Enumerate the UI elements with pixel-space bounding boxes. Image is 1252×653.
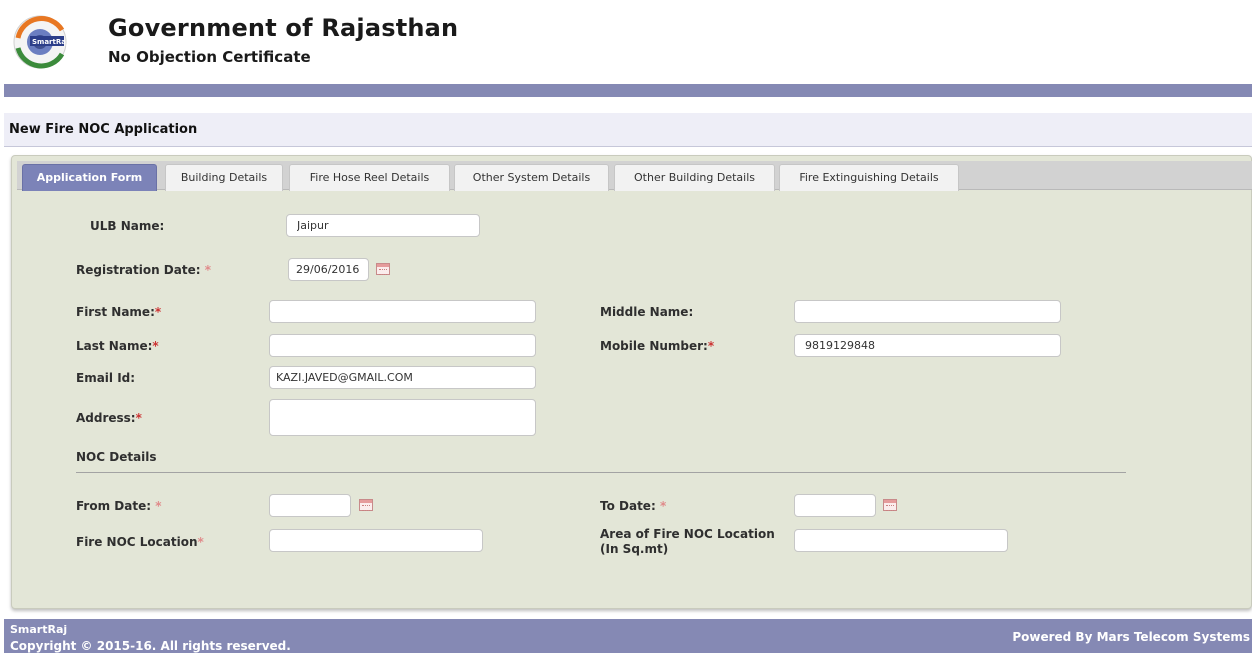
government-title: Government of Rajasthan	[108, 14, 459, 42]
from-date-label-text: From Date:	[76, 499, 152, 513]
email-id-field[interactable]	[269, 366, 536, 389]
footer-copyright: Copyright © 2015-16. All rights reserved…	[10, 639, 291, 653]
required-marker: *	[197, 535, 204, 549]
mobile-number-label-text: Mobile Number:	[600, 339, 708, 353]
ulb-name-label: ULB Name:	[90, 219, 165, 233]
area-fire-noc-location-field[interactable]	[794, 529, 1008, 552]
middle-name-field[interactable]	[794, 300, 1061, 323]
footer-powered-by: Powered By Mars Telecom Systems	[1012, 630, 1250, 644]
tab-bar: Application Form Building Details Fire H…	[17, 161, 1252, 191]
tab-other-system-details[interactable]: Other System Details	[454, 164, 609, 191]
area-fire-noc-location-label: Area of Fire NOC Location (In Sq.mt)	[600, 527, 775, 557]
required-marker: *	[155, 499, 162, 513]
address-label: Address:*	[76, 411, 142, 425]
tab-fire-hose-reel-details[interactable]: Fire Hose Reel Details	[289, 164, 450, 191]
required-marker: *	[659, 499, 667, 513]
required-marker: *	[707, 339, 715, 353]
address-field[interactable]	[269, 399, 536, 436]
area-label-line2: (In Sq.mt)	[600, 542, 669, 556]
footer: SmartRaj Copyright © 2015-16. All rights…	[4, 619, 1252, 653]
footer-brand: SmartRaj	[10, 623, 68, 636]
tab-fire-extinguishing-details[interactable]: Fire Extinguishing Details	[779, 164, 959, 191]
fire-noc-location-label-text: Fire NOC Location	[76, 535, 198, 549]
application-subtitle: No Objection Certificate	[108, 48, 311, 66]
required-marker: *	[152, 339, 159, 353]
registration-date-label: Registration Date: *	[76, 263, 211, 277]
registration-date-calendar-icon[interactable]	[376, 263, 390, 275]
registration-date-label-text: Registration Date:	[76, 263, 201, 277]
area-label-line1: Area of Fire NOC Location	[600, 527, 775, 541]
from-date-field[interactable]	[269, 494, 351, 517]
smartraj-logo: SmartRaj	[13, 15, 68, 69]
last-name-label: Last Name:*	[76, 339, 159, 353]
last-name-label-text: Last Name:	[76, 339, 153, 353]
required-marker: *	[135, 411, 142, 425]
header-accent-bar	[4, 84, 1252, 97]
mobile-number-label: Mobile Number:*	[600, 339, 714, 353]
page-header: New Fire NOC Application	[4, 113, 1252, 147]
from-date-label: From Date: *	[76, 499, 161, 513]
to-date-field[interactable]	[794, 494, 876, 517]
tab-building-details[interactable]: Building Details	[165, 164, 283, 191]
header: SmartRaj Government of Rajasthan No Obje…	[0, 0, 1252, 84]
svg-text:SmartRaj: SmartRaj	[32, 38, 68, 46]
address-label-text: Address:	[76, 411, 136, 425]
to-date-label: To Date: *	[600, 499, 666, 513]
first-name-label: First Name:*	[76, 305, 161, 319]
noc-details-divider	[76, 472, 1126, 473]
fire-noc-location-field[interactable]	[269, 529, 483, 552]
ulb-name-field[interactable]	[286, 214, 480, 237]
tab-application-form[interactable]: Application Form	[22, 164, 157, 191]
noc-details-heading: NOC Details	[76, 450, 157, 464]
tab-other-building-details[interactable]: Other Building Details	[614, 164, 775, 191]
middle-name-label: Middle Name:	[600, 305, 694, 319]
page-title: New Fire NOC Application	[9, 122, 198, 137]
email-id-label: Email Id:	[76, 371, 136, 385]
from-date-calendar-icon[interactable]	[359, 499, 373, 511]
to-date-label-text: To Date:	[600, 499, 656, 513]
fire-noc-location-label: Fire NOC Location*	[76, 535, 204, 549]
required-marker: *	[204, 263, 211, 277]
first-name-label-text: First Name:	[76, 305, 155, 319]
mobile-number-field[interactable]	[794, 334, 1061, 357]
application-panel: Application Form Building Details Fire H…	[11, 155, 1252, 609]
registration-date-field[interactable]	[288, 258, 369, 281]
to-date-calendar-icon[interactable]	[883, 499, 897, 511]
first-name-field[interactable]	[269, 300, 536, 323]
last-name-field[interactable]	[269, 334, 536, 357]
required-marker: *	[154, 305, 162, 319]
